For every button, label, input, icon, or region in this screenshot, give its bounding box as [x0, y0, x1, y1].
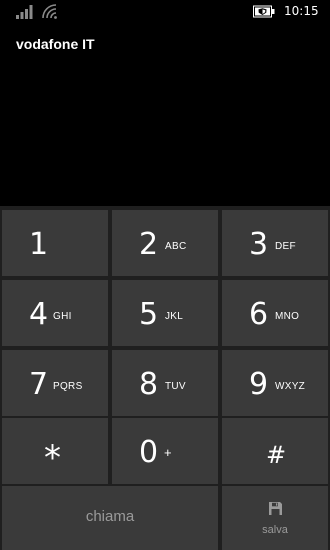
key-letters: MNO [275, 311, 300, 322]
call-button[interactable]: chiama [2, 486, 218, 550]
key-digit: 2 [139, 227, 159, 262]
key-0[interactable]: 0 + [112, 418, 218, 484]
key-digit: 8 [139, 367, 159, 402]
key-digit: 5 [139, 297, 159, 332]
wifi-icon [42, 4, 57, 19]
key-1[interactable]: 1 [2, 210, 108, 276]
key-digit: # [266, 441, 287, 469]
dialpad: 1 2 ABC 3 DEF 4 GHI 5 JKL 6 MNO 7 PQRS 8… [0, 206, 330, 550]
key-letters: WXYZ [275, 381, 306, 392]
key-letters: PQRS [53, 381, 83, 392]
key-5[interactable]: 5 JKL [112, 280, 218, 346]
key-2[interactable]: 2 ABC [112, 210, 218, 276]
key-letters: + [164, 445, 172, 460]
key-letters: DEF [275, 241, 296, 252]
call-label: chiama [85, 508, 135, 525]
key-8[interactable]: 8 TUV [112, 350, 218, 416]
key-letters: GHI [53, 311, 72, 322]
save-button[interactable]: salva [222, 486, 328, 550]
key-digit: 7 [29, 367, 49, 402]
key-3[interactable]: 3 DEF [222, 210, 328, 276]
floppy-disk-icon [269, 502, 282, 515]
key-6[interactable]: 6 MNO [222, 280, 328, 346]
key-letters: TUV [165, 381, 186, 392]
key-9[interactable]: 9 WXYZ [222, 350, 328, 416]
signal-strength-icon [16, 5, 33, 19]
key-4[interactable]: 4 GHI [2, 280, 108, 346]
key-hash[interactable]: # [222, 418, 328, 484]
carrier-name: vodafone IT [16, 36, 95, 52]
battery-saver-icon [253, 5, 275, 18]
clock: 10:15 [284, 4, 319, 18]
key-digit: 9 [249, 367, 269, 402]
key-digit: 4 [29, 297, 49, 332]
key-digit: 6 [249, 297, 269, 332]
key-digit: 3 [249, 227, 269, 262]
key-star[interactable]: * [2, 418, 108, 484]
key-letters: ABC [165, 241, 187, 252]
key-letters: JKL [165, 311, 184, 322]
key-digit: 1 [29, 227, 49, 262]
save-label: salva [262, 524, 288, 536]
key-digit: 0 [139, 435, 159, 470]
key-7[interactable]: 7 PQRS [2, 350, 108, 416]
key-digit: * [44, 438, 61, 478]
status-bar: 10:15 [0, 0, 330, 24]
